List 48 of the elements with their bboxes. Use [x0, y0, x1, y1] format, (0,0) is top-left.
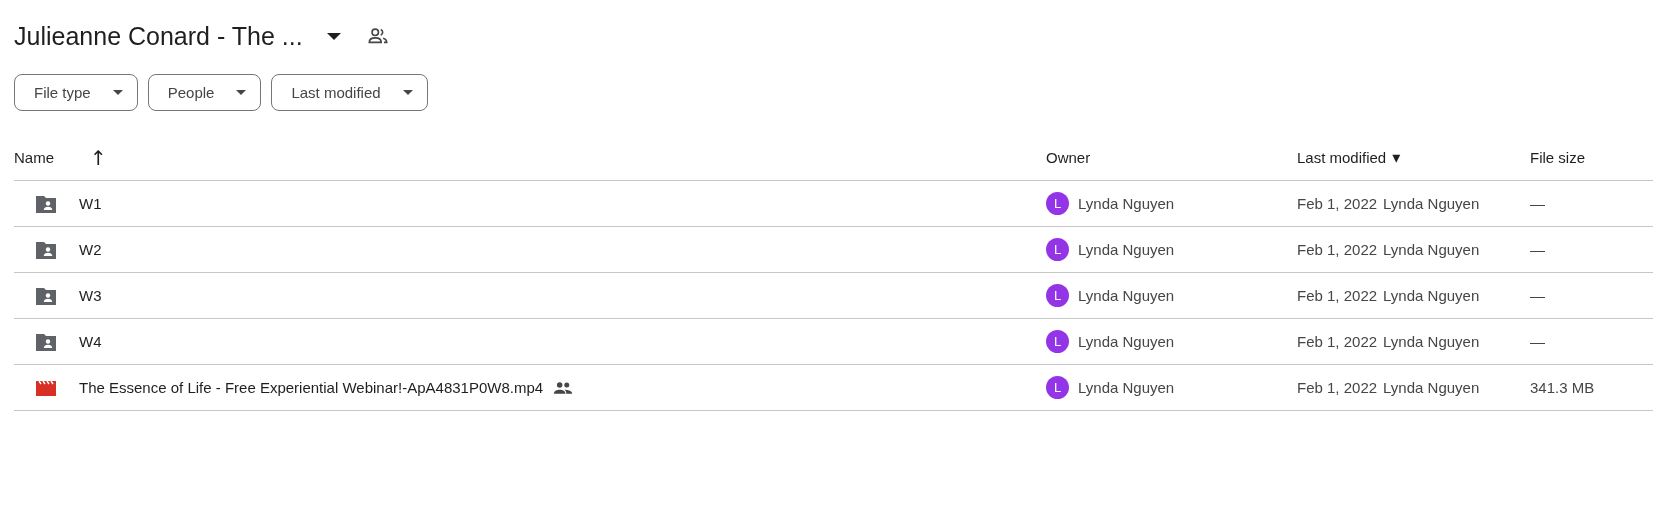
modified-date: Feb 1, 2022	[1297, 287, 1378, 304]
file-size: —	[1530, 333, 1545, 350]
modified-by: Lynda Nguyen	[1383, 241, 1480, 258]
file-size: 341.3 MB	[1530, 379, 1595, 396]
modified-by: Lynda Nguyen	[1383, 379, 1480, 396]
shared-folder-icon	[34, 239, 58, 260]
column-header[interactable]: Last modified	[1297, 149, 1387, 166]
owner-name: Lynda Nguyen	[1078, 241, 1175, 258]
owner-name: Lynda Nguyen	[1078, 333, 1175, 350]
modified-date: Feb 1, 2022	[1297, 195, 1378, 212]
modified-date: Feb 1, 2022	[1297, 241, 1378, 258]
caret-icon	[236, 90, 247, 95]
column-header[interactable]: File size	[1530, 149, 1585, 166]
owner-name: Lynda Nguyen	[1078, 379, 1175, 396]
avatar: L	[1046, 284, 1069, 307]
caret-icon[interactable]	[326, 32, 341, 40]
file-size: —	[1530, 195, 1545, 212]
modified-date: Feb 1, 2022	[1297, 333, 1378, 350]
column-header[interactable]: Name	[14, 149, 54, 166]
owner-name: Lynda Nguyen	[1078, 287, 1175, 304]
shared-folder-icon	[34, 193, 58, 214]
avatar: L	[1046, 376, 1069, 399]
file-name[interactable]: W4	[79, 333, 102, 350]
avatar: L	[1046, 330, 1069, 353]
shared-folder-icon	[34, 331, 58, 352]
file-name[interactable]: The Essence of Life - Free Experiential Webinar!-ApA4831P0W8.mp4	[79, 379, 544, 396]
file-size: —	[1530, 287, 1545, 304]
modified-by: Lynda Nguyen	[1383, 195, 1480, 212]
folder-title: Julieanne Conard - The ...	[14, 21, 303, 51]
filter-chip[interactable]: People	[147, 74, 262, 111]
filter-chip[interactable]: File type	[14, 74, 138, 111]
caret-icon	[402, 90, 413, 95]
sort-direction-icon[interactable]: ↑	[90, 145, 107, 170]
file-size: —	[1530, 241, 1545, 258]
modified-date: Feb 1, 2022	[1297, 379, 1378, 396]
owner-name: Lynda Nguyen	[1078, 195, 1175, 212]
column-header[interactable]: Owner	[1046, 149, 1091, 166]
modified-by: Lynda Nguyen	[1383, 333, 1480, 350]
shared-folder-icon	[34, 285, 58, 306]
avatar: L	[1046, 192, 1069, 215]
sort-direction-icon[interactable]: ▾	[1392, 148, 1401, 167]
file-name[interactable]: W3	[79, 287, 102, 304]
avatar: L	[1046, 238, 1069, 261]
file-name[interactable]: W1	[79, 195, 102, 212]
filter-chip[interactable]: Last modified	[271, 74, 428, 111]
modified-by: Lynda Nguyen	[1383, 287, 1480, 304]
file-name[interactable]: W2	[79, 241, 102, 258]
caret-icon	[112, 90, 123, 95]
